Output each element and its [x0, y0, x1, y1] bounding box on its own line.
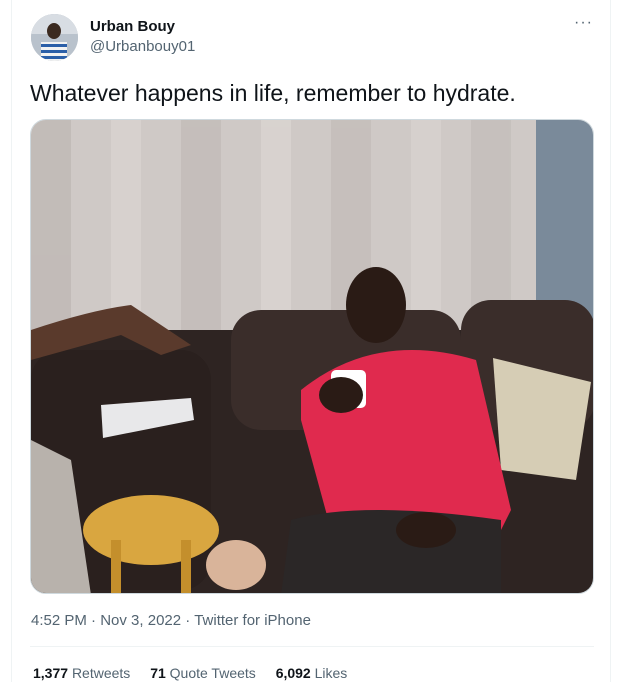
quote-tweets-count: 71 — [150, 665, 166, 681]
quote-tweets-stat[interactable]: 71 Quote Tweets — [150, 665, 260, 681]
video-still-image — [31, 120, 593, 593]
retweets-label: Retweets — [71, 665, 131, 681]
likes-label: Likes — [314, 665, 348, 681]
author-avatar[interactable] — [31, 14, 78, 61]
more-options-icon[interactable]: ··· — [574, 14, 593, 32]
quote-tweets-label: Quote Tweets — [169, 665, 256, 681]
divider — [30, 646, 594, 647]
tweet-source[interactable]: Twitter for iPhone — [194, 612, 311, 629]
meta-separator: · — [91, 612, 97, 629]
tweet-time[interactable]: 4:52 PM — [31, 612, 87, 629]
avatar-photo — [31, 14, 78, 61]
likes-count: 6,092 — [275, 665, 311, 681]
author-name[interactable]: Urban Bouy — [90, 18, 175, 35]
likes-stat[interactable]: 6,092 Likes — [276, 665, 348, 681]
retweets-count: 1,377 — [33, 665, 69, 681]
tweet-text: Whatever happens in life, remember to hy… — [30, 80, 516, 106]
retweets-stat[interactable]: 1,377 Retweets — [33, 665, 134, 681]
author-handle[interactable]: @Urbanbouy01 — [90, 38, 195, 55]
meta-separator: · — [185, 612, 191, 629]
tweet-date[interactable]: Nov 3, 2022 — [100, 612, 181, 629]
tweet-stats: 1,377 Retweets 71 Quote Tweets 6,092 Lik… — [33, 665, 363, 681]
tweet-media[interactable] — [30, 119, 594, 594]
tweet-meta: 4:52 PM · Nov 3, 2022 · Twitter for iPho… — [31, 612, 311, 629]
